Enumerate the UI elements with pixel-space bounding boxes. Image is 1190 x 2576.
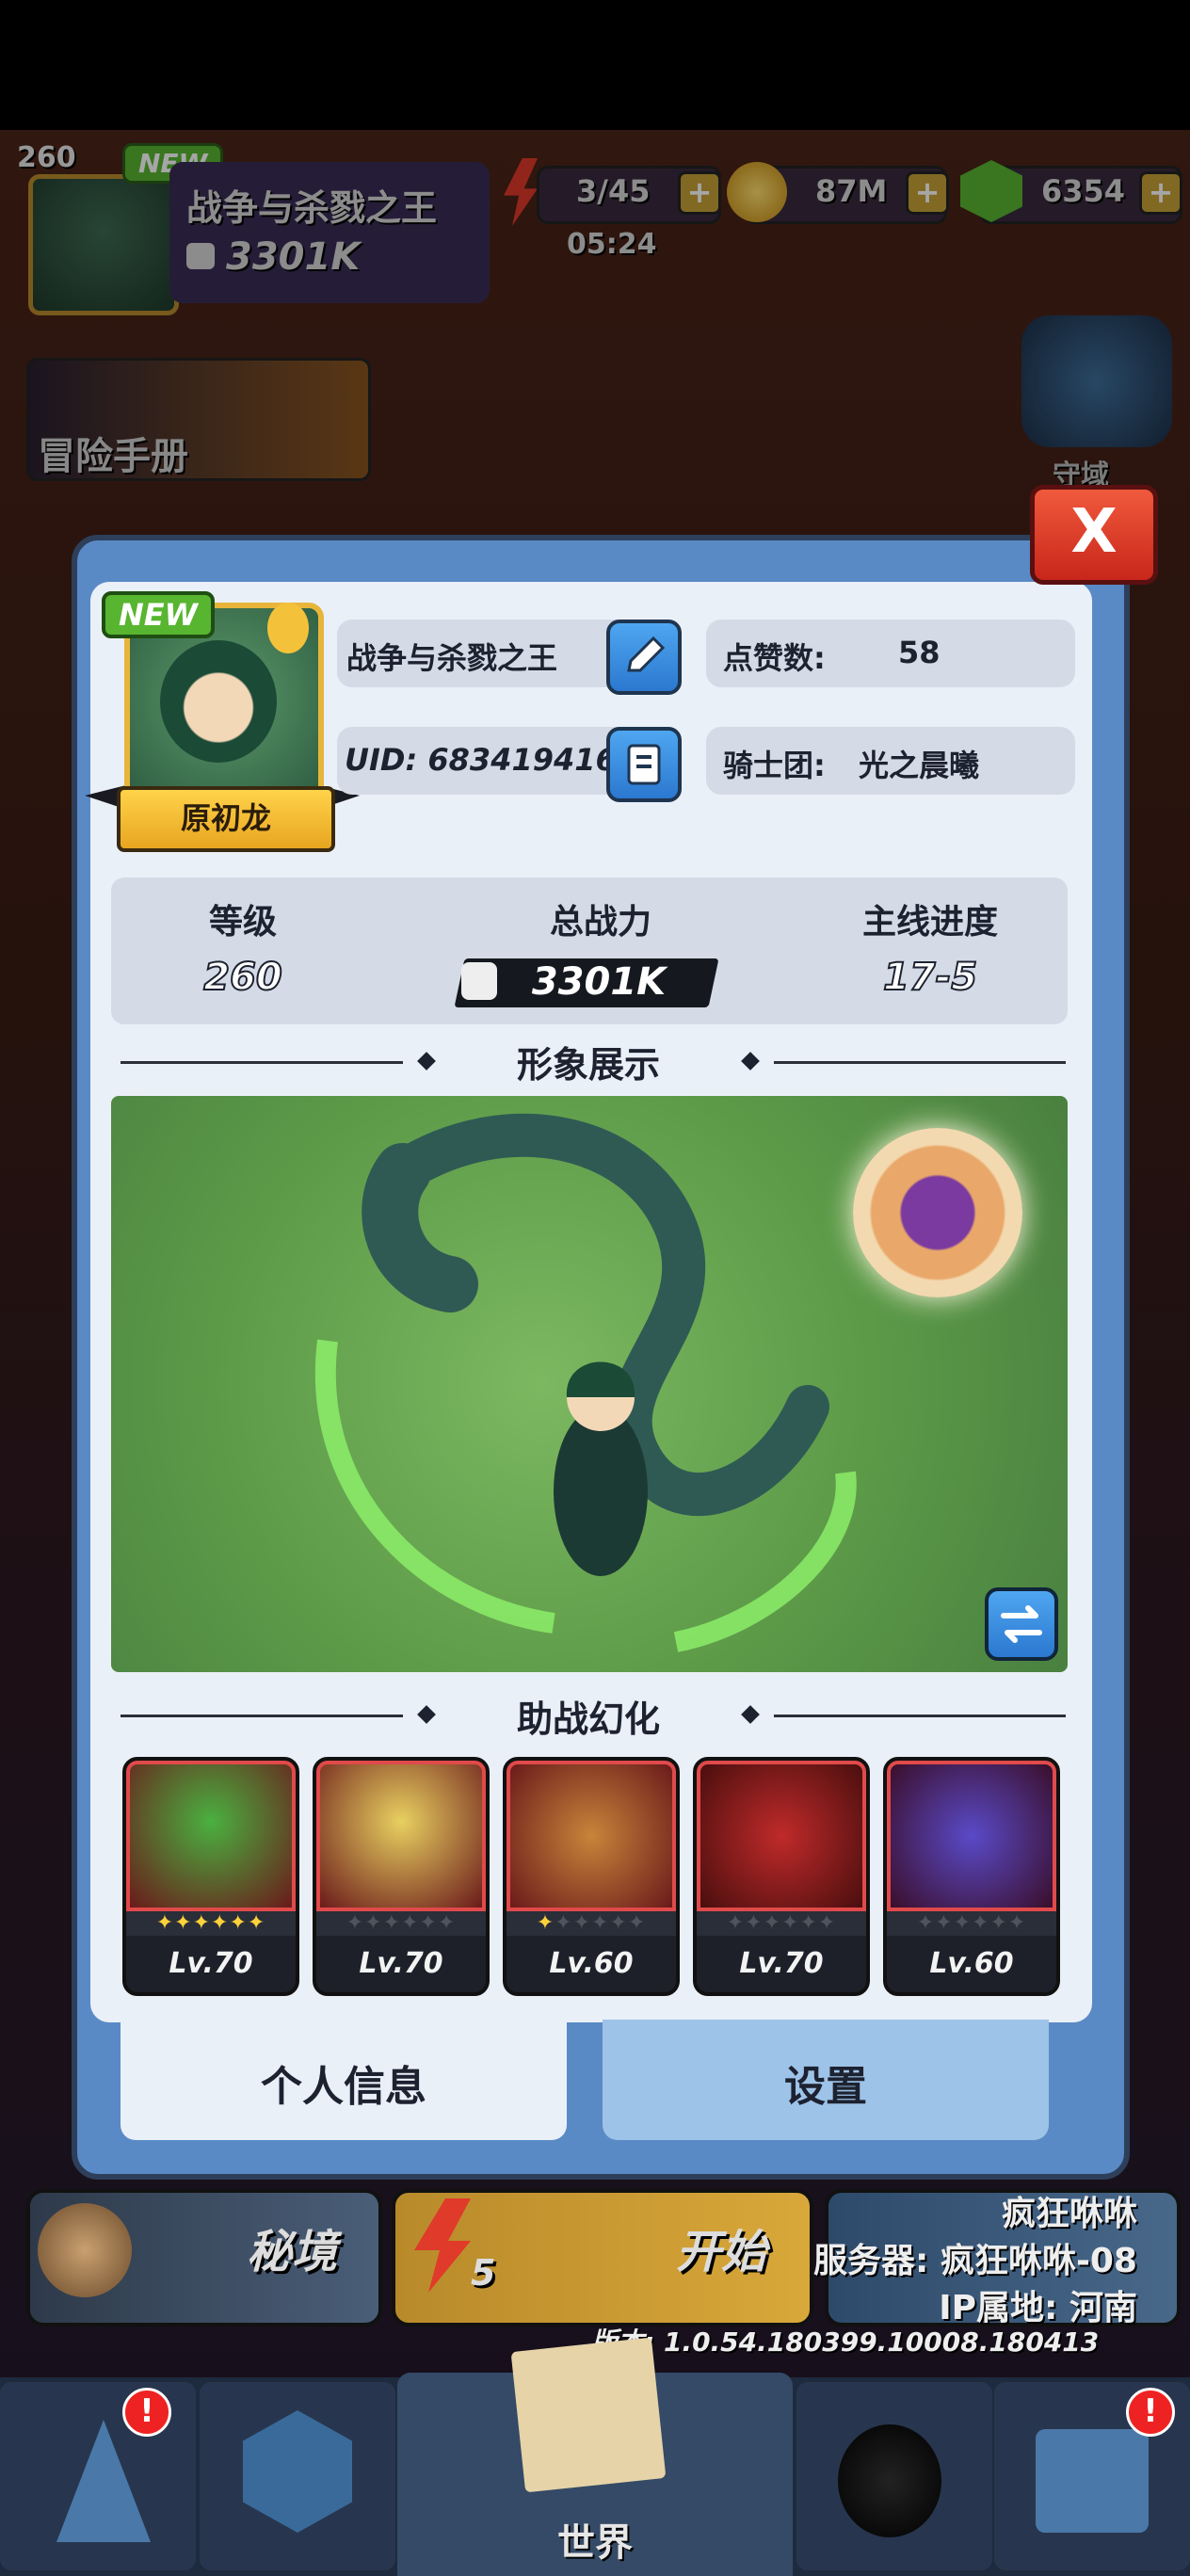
uid-value: UID: 683419416 (345, 742, 617, 778)
assist-card-level: Lv.70 (739, 1947, 824, 1980)
fist-icon (461, 962, 497, 1000)
profile-player-name: 战争与杀戮之王 (346, 640, 558, 676)
assist-card[interactable]: ✦✦✦✦✦✦ Lv.70 (313, 1757, 490, 1996)
power-value: 3301K (531, 960, 667, 1004)
assist-card[interactable]: ✦✦✦✦✦✦ Lv.60 (883, 1757, 1060, 1996)
level-value: 260 (202, 955, 283, 1000)
tab-settings-label: 设置 (784, 2063, 867, 2111)
assist-card-art (887, 1761, 1056, 1911)
star-empty-icon: ✦ (953, 1911, 972, 1935)
divider-line (121, 1715, 403, 1717)
target-icon (38, 2203, 132, 2297)
star-empty-icon: ✦ (346, 1911, 365, 1935)
server-player: 疯狂咻咻 (1001, 2195, 1137, 2233)
likes-value: 58 (898, 635, 941, 670)
power-label: 总战力 (549, 903, 651, 942)
assist-card-level: Lv.70 (169, 1947, 253, 1980)
close-button[interactable]: X (1030, 485, 1158, 585)
star-empty-icon: ✦ (364, 1911, 383, 1935)
shop-icon (1036, 2429, 1149, 2533)
copy-icon (627, 744, 661, 785)
star-empty-icon: ✦ (916, 1911, 936, 1935)
star-filled-icon: ✦ (247, 1911, 266, 1935)
guild-label: 骑士团: (723, 748, 826, 783)
divider-line (774, 1061, 1066, 1064)
star-filled-icon: ✦ (192, 1911, 211, 1935)
star-rating: ✦✦✦✦✦✦ (316, 1911, 486, 1936)
star-empty-icon: ✦ (745, 1911, 764, 1935)
assist-card-art (697, 1761, 866, 1911)
guild-value: 光之晨曦 (859, 748, 980, 783)
star-rating: ✦✦✦✦✦✦ (887, 1911, 1056, 1936)
assist-card[interactable]: ✦✦✦✦✦✦ Lv.70 (693, 1757, 870, 1996)
star-empty-icon: ✦ (419, 1911, 438, 1935)
assist-card-art (507, 1761, 676, 1911)
star-empty-icon: ✦ (763, 1911, 781, 1935)
divider-line (121, 1061, 403, 1064)
star-empty-icon: ✦ (781, 1911, 800, 1935)
star-empty-icon: ✦ (555, 1911, 573, 1935)
star-filled-icon: ✦ (536, 1911, 555, 1935)
star-empty-icon: ✦ (1007, 1911, 1027, 1935)
star-empty-icon: ✦ (437, 1911, 457, 1935)
server-name: 服务器: 疯狂咻咻-08 (813, 2242, 1137, 2280)
star-filled-icon: ✦ (229, 1911, 248, 1935)
assist-card-level: Lv.70 (359, 1947, 443, 1980)
star-empty-icon: ✦ (972, 1911, 990, 1935)
edit-name-button[interactable] (606, 620, 682, 695)
star-empty-icon: ✦ (609, 1911, 628, 1935)
progress-label: 主线进度 (861, 903, 998, 942)
star-filled-icon: ✦ (174, 1911, 193, 1935)
assist-card-art (316, 1761, 486, 1911)
swap-button[interactable] (985, 1587, 1058, 1661)
balloon-icon (267, 603, 309, 653)
showcase-title: 形象展示 (516, 1044, 660, 1086)
star-empty-icon: ✦ (401, 1911, 420, 1935)
map-scroll-icon (510, 2337, 667, 2493)
star-filled-icon: ✦ (211, 1911, 230, 1935)
start-label: 开始 (676, 2226, 767, 2278)
secret-realm-label: 秘境 (247, 2226, 338, 2278)
start-cost: 5 (471, 2252, 496, 2294)
hero-name-ribbon: 原初龙 (117, 786, 335, 852)
assist-card[interactable]: ✦✦✦✦✦✦ Lv.70 (122, 1757, 299, 1996)
star-empty-icon: ✦ (572, 1911, 591, 1935)
assist-title: 助战幻化 (516, 1699, 660, 1740)
pencil-icon (627, 636, 666, 672)
star-empty-icon: ✦ (817, 1911, 837, 1935)
avatar-new-tag: NEW (102, 591, 215, 638)
notification-badge: ! (1126, 2388, 1175, 2437)
pet-orb[interactable] (853, 1128, 1022, 1297)
hero-silhouette-icon (838, 2424, 941, 2537)
star-empty-icon: ✦ (989, 1911, 1008, 1935)
star-empty-icon: ✦ (935, 1911, 954, 1935)
likes-label: 点赞数: (723, 640, 826, 676)
star-empty-icon: ✦ (591, 1911, 610, 1935)
assist-card-level: Lv.60 (929, 1947, 1014, 1980)
copy-uid-button[interactable] (606, 727, 682, 802)
star-empty-icon: ✦ (799, 1911, 818, 1935)
swap-arrows-icon (1001, 1605, 1042, 1643)
divider-line (774, 1715, 1066, 1717)
star-rating: ✦✦✦✦✦✦ (126, 1911, 296, 1936)
star-empty-icon: ✦ (726, 1911, 746, 1935)
star-empty-icon: ✦ (382, 1911, 401, 1935)
hero-portrait (160, 640, 277, 763)
world-label: 世界 (557, 2521, 633, 2565)
progress-value: 17-5 (882, 955, 978, 1000)
assist-card[interactable]: ✦✦✦✦✦✦ Lv.60 (503, 1757, 680, 1996)
star-rating: ✦✦✦✦✦✦ (697, 1911, 866, 1936)
star-filled-icon: ✦ (155, 1911, 175, 1935)
assist-card-level: Lv.60 (549, 1947, 634, 1980)
tab-personal-info-label: 个人信息 (261, 2063, 426, 2111)
star-rating: ✦✦✦✦✦✦ (507, 1911, 676, 1936)
star-empty-icon: ✦ (627, 1911, 647, 1935)
level-label: 等级 (208, 903, 277, 942)
notification-badge: ! (122, 2388, 171, 2437)
assist-card-art (126, 1761, 296, 1911)
version-text: 版本: 1.0.54.180399.10008.180413 (591, 2326, 1100, 2358)
